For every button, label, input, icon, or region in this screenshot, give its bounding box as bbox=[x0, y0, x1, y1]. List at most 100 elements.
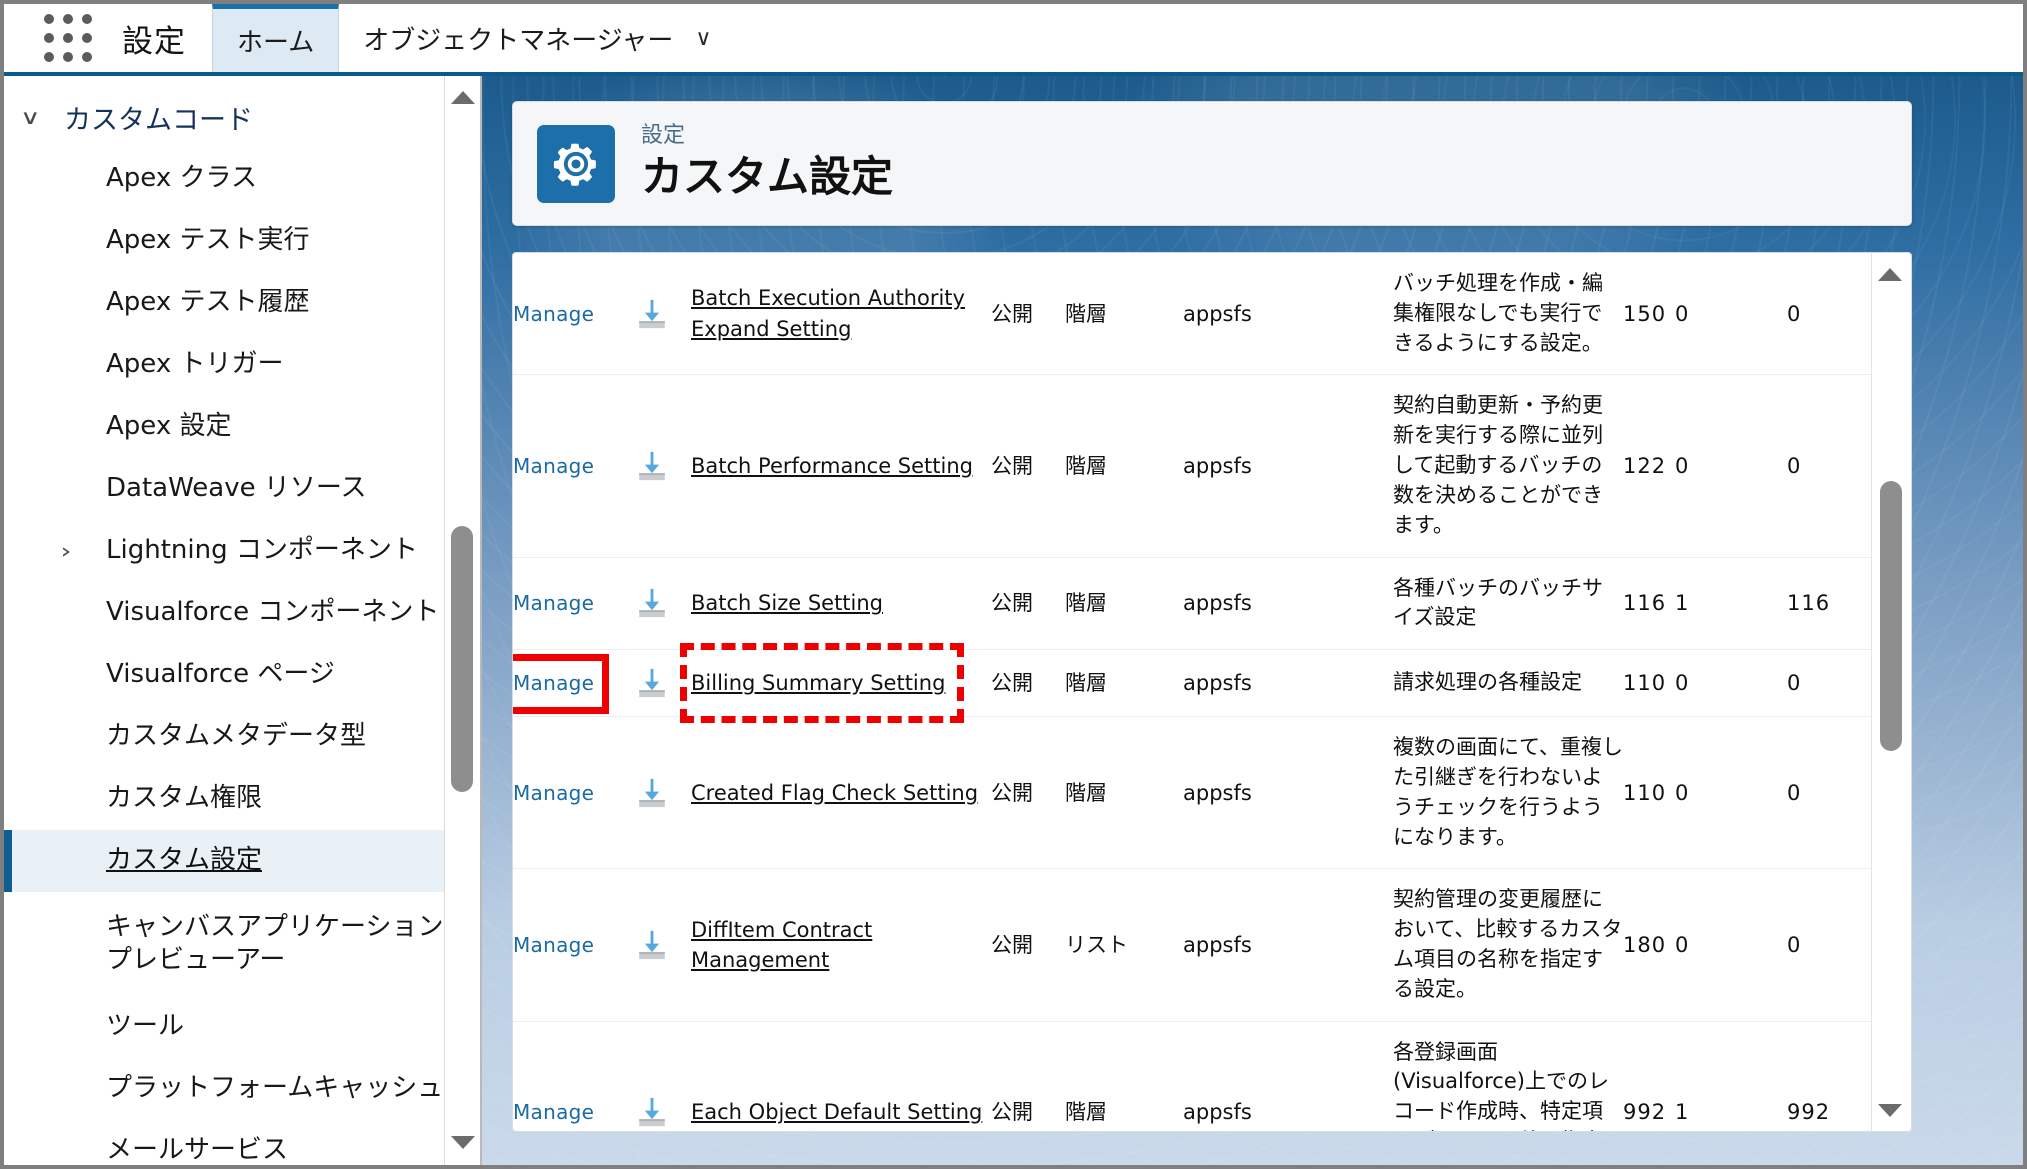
download-icon[interactable] bbox=[635, 297, 691, 331]
namespace-value: appsfs bbox=[1183, 670, 1252, 695]
visibility-value: 公開 bbox=[991, 1099, 1033, 1124]
type-value: 階層 bbox=[1065, 301, 1107, 326]
type-value: 階層 bbox=[1065, 780, 1107, 805]
sidebar-item-custom-permissions[interactable]: カスタム権限 bbox=[4, 768, 480, 830]
description-value: 請求処理の各種設定 bbox=[1393, 670, 1582, 695]
setting-name-link[interactable]: Batch Performance Setting bbox=[691, 451, 973, 481]
count-value: 0 bbox=[1675, 671, 1690, 696]
namespace-value: appsfs bbox=[1183, 591, 1252, 616]
sidebar-item-visualforce-pages[interactable]: Visualforce ページ bbox=[4, 644, 480, 706]
custom-settings-list-card: Manage Batch Execution Authority Expand … bbox=[512, 252, 1912, 1132]
manage-link[interactable]: Manage bbox=[513, 1100, 594, 1124]
page-heading: カスタム設定 bbox=[641, 152, 894, 202]
size-value: 992 bbox=[1623, 1100, 1667, 1125]
page-header-card: 設定 カスタム設定 bbox=[512, 101, 1912, 226]
setting-name-link[interactable]: Billing Summary Setting bbox=[691, 668, 945, 698]
sidebar-item-label: プラットフォームキャッシュ bbox=[106, 1073, 444, 1104]
table-row[interactable]: Manage Each Object Default Setting 公開 階層… bbox=[513, 1021, 1872, 1131]
breadcrumb: 設定 bbox=[641, 123, 686, 149]
setting-name-link[interactable]: Created Flag Check Setting bbox=[691, 778, 978, 808]
sidebar-item-label: Apex トリガー bbox=[106, 349, 284, 380]
count-value: 0 bbox=[1675, 453, 1690, 478]
count-value: 1 bbox=[1675, 1100, 1690, 1125]
sidebar-scrollbar[interactable] bbox=[444, 76, 480, 1165]
triangle-up-icon[interactable] bbox=[445, 80, 480, 114]
table-row[interactable]: Manage Billing Summary Setting 公開 階層 app… bbox=[513, 650, 1872, 717]
download-icon[interactable] bbox=[635, 776, 691, 810]
sidebar-item-canvas-app-previewer[interactable]: キャンバスアプリケーションのプレビューアー bbox=[4, 892, 480, 996]
table-row[interactable]: Manage Created Flag Check Setting 公開 階層 … bbox=[513, 717, 1872, 869]
sidebar-scrollbar-thumb[interactable] bbox=[451, 526, 473, 792]
setting-name-link[interactable]: Each Object Default Setting bbox=[691, 1097, 982, 1127]
setting-name-link[interactable]: Batch Size Setting bbox=[691, 588, 883, 618]
size-value: 122 bbox=[1623, 453, 1667, 478]
chevron-down-icon[interactable]: ∨ bbox=[20, 105, 62, 129]
app-launcher-grid-icon[interactable] bbox=[32, 4, 104, 72]
used-value: 0 bbox=[1787, 780, 1802, 805]
sidebar-item-label: DataWeave リソース bbox=[106, 473, 367, 504]
sidebar-item-label: Apex クラス bbox=[106, 163, 257, 194]
manage-link[interactable]: Manage bbox=[513, 933, 594, 957]
size-value: 110 bbox=[1623, 671, 1667, 696]
download-icon[interactable] bbox=[635, 928, 691, 962]
table-row[interactable]: Manage Batch Size Setting 公開 階層 appsfs 各… bbox=[513, 557, 1872, 650]
list-scrollbar[interactable] bbox=[1871, 253, 1911, 1131]
namespace-value: appsfs bbox=[1183, 301, 1252, 326]
sidebar-group-custom-code[interactable]: ∨ カスタムコード bbox=[4, 86, 480, 148]
description-value: バッチ処理を作成・編集権限なしでも実行できるようにする設定。 bbox=[1393, 271, 1603, 355]
sidebar-item-label: カスタムメタデータ型 bbox=[106, 721, 367, 752]
sidebar-item-apex-settings[interactable]: Apex 設定 bbox=[4, 396, 480, 458]
chevron-down-icon[interactable]: ∨ bbox=[695, 26, 711, 51]
type-value: 階層 bbox=[1065, 591, 1107, 616]
tab-object-manager[interactable]: オブジェクトマネージャー ∨ bbox=[339, 4, 735, 72]
sidebar-item-platform-cache[interactable]: プラットフォームキャッシュ bbox=[4, 1058, 480, 1120]
type-value: 階層 bbox=[1065, 453, 1107, 478]
download-icon[interactable] bbox=[635, 666, 691, 700]
table-row[interactable]: Manage Batch Execution Authority Expand … bbox=[513, 253, 1872, 375]
chevron-right-icon[interactable]: › bbox=[60, 539, 71, 563]
global-header: 設定 ホーム オブジェクトマネージャー ∨ bbox=[4, 4, 2023, 76]
download-icon[interactable] bbox=[635, 449, 691, 483]
manage-link[interactable]: Manage bbox=[513, 591, 594, 615]
tab-home[interactable]: ホーム bbox=[212, 4, 340, 72]
sidebar-item-apex-test-execution[interactable]: Apex テスト実行 bbox=[4, 210, 480, 272]
sidebar-item-custom-metadata-types[interactable]: カスタムメタデータ型 bbox=[4, 706, 480, 768]
type-value: 階層 bbox=[1065, 670, 1107, 695]
sidebar-item-apex-test-history[interactable]: Apex テスト履歴 bbox=[4, 272, 480, 334]
sidebar-item-dataweave-resources[interactable]: DataWeave リソース bbox=[4, 458, 480, 520]
setting-name-link[interactable]: Batch Execution Authority Expand Setting bbox=[691, 283, 991, 344]
triangle-down-icon[interactable] bbox=[445, 1125, 480, 1159]
size-value: 150 bbox=[1623, 301, 1667, 326]
manage-link[interactable]: Manage bbox=[513, 454, 594, 478]
sidebar-item-label: Visualforce コンポーネント bbox=[106, 597, 440, 628]
manage-link[interactable]: Manage bbox=[513, 302, 594, 326]
setting-name-link[interactable]: DiffItem Contract Management bbox=[691, 915, 991, 976]
download-icon[interactable] bbox=[635, 586, 691, 620]
visibility-value: 公開 bbox=[991, 780, 1033, 805]
namespace-value: appsfs bbox=[1183, 453, 1252, 478]
sidebar-item-apex-classes[interactable]: Apex クラス bbox=[4, 148, 480, 210]
table-row[interactable]: Manage DiffItem Contract Management 公開 リ… bbox=[513, 869, 1872, 1022]
list-scrollbar-thumb[interactable] bbox=[1880, 481, 1902, 751]
visibility-value: 公開 bbox=[991, 591, 1033, 616]
table-row[interactable]: Manage Batch Performance Setting 公開 階層 a… bbox=[513, 375, 1872, 557]
sidebar-item-apex-triggers[interactable]: Apex トリガー bbox=[4, 334, 480, 396]
visibility-value: 公開 bbox=[991, 301, 1033, 326]
manage-link[interactable]: Manage bbox=[513, 671, 594, 695]
sidebar-item-visualforce-components[interactable]: Visualforce コンポーネント bbox=[4, 582, 480, 644]
sidebar-list: ∨ カスタムコード Apex クラス Apex テスト実行 Apex テスト履歴… bbox=[4, 76, 480, 1165]
size-value: 116 bbox=[1623, 591, 1667, 616]
count-value: 0 bbox=[1675, 933, 1690, 957]
manage-link[interactable]: Manage bbox=[513, 781, 594, 805]
sidebar-item-lightning-components[interactable]: › Lightning コンポーネント bbox=[4, 520, 480, 582]
triangle-up-icon[interactable] bbox=[1872, 257, 1908, 291]
sidebar-item-custom-settings[interactable]: カスタム設定 bbox=[4, 830, 480, 892]
count-value: 1 bbox=[1675, 591, 1690, 616]
sidebar-item-email-services[interactable]: メールサービス bbox=[4, 1120, 480, 1165]
download-icon[interactable] bbox=[635, 1095, 691, 1129]
page-header-text: 設定 カスタム設定 bbox=[641, 123, 893, 204]
used-value: 992 bbox=[1787, 1100, 1831, 1125]
sidebar-item-label: ツール bbox=[106, 1011, 185, 1042]
triangle-down-icon[interactable] bbox=[1872, 1093, 1908, 1127]
sidebar-item-tools[interactable]: ツール bbox=[4, 996, 480, 1058]
